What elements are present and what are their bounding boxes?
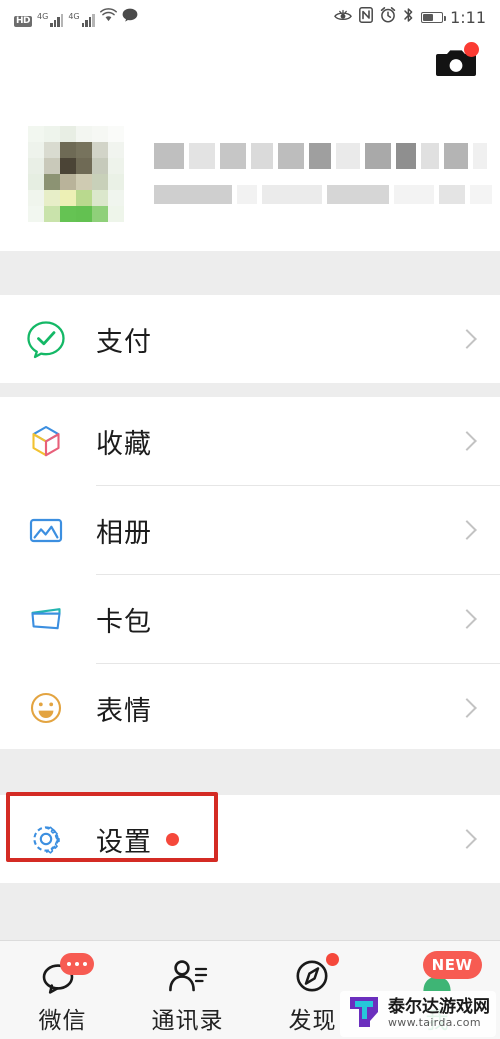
wifi-icon <box>99 7 117 26</box>
status-bar-left: HD 4G 4G <box>14 7 138 27</box>
watermark-text: 泰尔达游戏网 www.tairda.com <box>388 997 490 1030</box>
status-bar-right: 1:11 <box>334 7 486 27</box>
chevron-right-icon <box>457 829 477 849</box>
bluetooth-icon <box>403 7 414 27</box>
wechat-profile-screen: HD 4G 4G 1:11 支付 收藏 相册 卡包 表情 设置 微信 通讯录 发… <box>0 0 500 1039</box>
profile-wechat-id-redacted <box>154 185 492 204</box>
watermark-site-name: 泰尔达游戏网 <box>388 997 490 1018</box>
list-group-settings: 设置 <box>0 795 500 883</box>
list-item-label: 卡包 <box>96 606 152 638</box>
list-item-label: 设置 <box>96 826 152 858</box>
list-group-pay: 支付 <box>0 295 500 383</box>
tairda-t-logo-icon <box>346 995 382 1033</box>
settings-gear-icon <box>24 817 68 861</box>
section-gap-3 <box>0 749 500 795</box>
list-item-label: 相册 <box>96 517 152 549</box>
chevron-right-icon <box>457 329 477 349</box>
list-item-stickers[interactable]: 表情 <box>0 664 500 752</box>
nav-tab-wechat[interactable]: 微信 <box>0 941 125 1039</box>
list-item-favorites[interactable]: 收藏 <box>0 397 500 485</box>
list-group-main: 收藏 相册 卡包 表情 <box>0 397 500 752</box>
site-watermark: 泰尔达游戏网 www.tairda.com <box>340 991 496 1037</box>
network-label-1: 4G <box>37 12 49 21</box>
discover-red-dot <box>325 953 339 966</box>
album-photo-icon <box>24 508 68 552</box>
chat-bubbles-icon <box>35 953 94 999</box>
nav-tab-label: 发现 <box>288 1008 337 1034</box>
chevron-right-icon <box>457 609 477 629</box>
network-label-2: 4G <box>68 12 80 21</box>
avatar[interactable] <box>28 125 124 222</box>
profile-info <box>154 143 492 204</box>
profile-nickname-redacted <box>154 143 492 169</box>
section-gap-1 <box>0 251 500 295</box>
camera-red-dot <box>464 42 479 57</box>
wechat-unread-badge <box>59 953 94 975</box>
chevron-right-icon <box>457 698 477 718</box>
battery-icon <box>421 11 447 23</box>
nav-tab-label: 通讯录 <box>151 1008 224 1034</box>
profile-row[interactable] <box>0 96 500 251</box>
settings-red-dot <box>166 832 179 846</box>
pay-icon <box>24 317 68 361</box>
nfc-icon <box>359 7 374 27</box>
eye-care-icon <box>334 8 352 27</box>
nav-tab-label: 微信 <box>38 1008 87 1034</box>
list-item-cards[interactable]: 卡包 <box>0 575 500 663</box>
chevron-right-icon <box>457 520 477 540</box>
contacts-person-icon <box>160 953 216 999</box>
status-bar: HD 4G 4G 1:11 <box>0 0 500 34</box>
list-item-pay[interactable]: 支付 <box>0 295 500 383</box>
list-item-settings[interactable]: 设置 <box>0 795 500 883</box>
profile-header-bar <box>0 34 500 96</box>
hd-badge: HD <box>14 16 33 27</box>
list-item-label: 支付 <box>96 326 152 358</box>
list-item-label: 收藏 <box>96 428 152 460</box>
list-item-album[interactable]: 相册 <box>0 486 500 574</box>
cards-wallet-icon <box>24 597 68 641</box>
discover-compass-icon <box>285 953 341 999</box>
nav-tab-contacts[interactable]: 通讯录 <box>125 941 250 1039</box>
alarm-clock-icon <box>380 7 396 27</box>
signal-2-icon: 4G <box>68 12 95 27</box>
chat-bubble-icon <box>122 7 138 26</box>
favorites-cube-icon <box>24 419 68 463</box>
list-item-label: 表情 <box>96 695 152 727</box>
signal-1-icon: 4G <box>37 12 64 27</box>
chevron-right-icon <box>457 431 477 451</box>
sticker-smiley-icon <box>24 686 68 730</box>
camera-button[interactable] <box>436 42 479 80</box>
status-bar-time: 1:11 <box>450 7 486 27</box>
watermark-site-url: www.tairda.com <box>388 1016 481 1030</box>
me-new-badge: NEW <box>422 951 482 979</box>
section-gap-2 <box>0 383 500 397</box>
